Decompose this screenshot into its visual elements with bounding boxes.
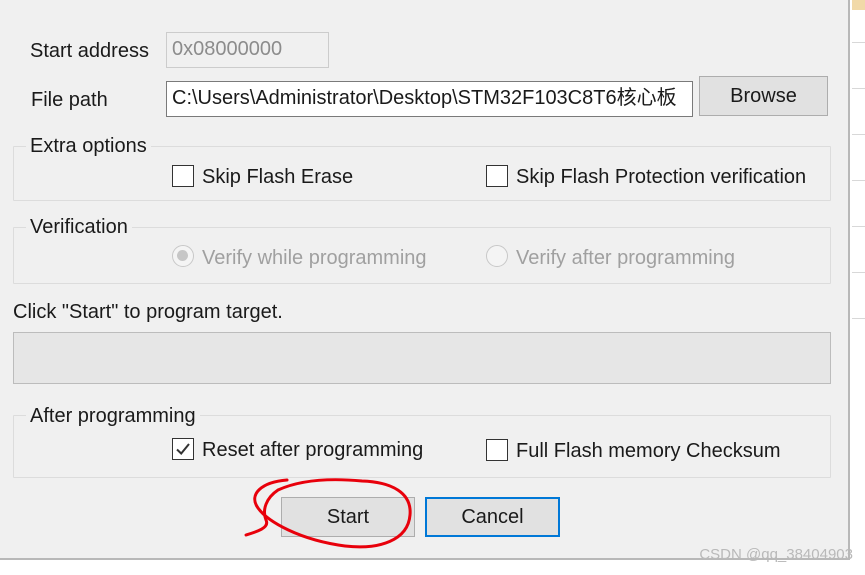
extra-options-title: Extra options bbox=[26, 134, 151, 158]
background-row-line bbox=[852, 180, 865, 181]
program-dialog: Start address 0x08000000 File path C:\Us… bbox=[0, 0, 850, 560]
progress-bar bbox=[13, 332, 831, 384]
background-highlight bbox=[852, 0, 865, 10]
verification-title: Verification bbox=[26, 215, 132, 239]
after-programming-title: After programming bbox=[26, 404, 200, 428]
file-path-field[interactable]: C:\Users\Administrator\Desktop\STM32F103… bbox=[166, 81, 693, 117]
file-path-label: File path bbox=[31, 89, 108, 111]
background-row-line bbox=[852, 272, 865, 273]
start-button[interactable]: Start bbox=[281, 497, 415, 537]
background-row-line bbox=[852, 42, 865, 43]
skip-flash-protection-checkbox[interactable] bbox=[486, 165, 508, 187]
reset-after-programming-checkbox[interactable] bbox=[172, 438, 194, 460]
checkmark-icon bbox=[176, 443, 190, 455]
skip-flash-erase-label[interactable]: Skip Flash Erase bbox=[202, 165, 353, 189]
status-message: Click "Start" to program target. bbox=[13, 301, 283, 323]
background-row-line bbox=[852, 226, 865, 227]
background-row-line bbox=[852, 318, 865, 319]
full-flash-checksum-checkbox[interactable] bbox=[486, 439, 508, 461]
verify-while-label: Verify while programming bbox=[202, 247, 427, 269]
browse-button[interactable]: Browse bbox=[699, 76, 828, 116]
reset-after-programming-label[interactable]: Reset after programming bbox=[202, 438, 423, 462]
skip-flash-erase-checkbox[interactable] bbox=[172, 165, 194, 187]
background-row-line bbox=[852, 88, 865, 89]
cancel-button[interactable]: Cancel bbox=[425, 497, 560, 537]
start-address-field[interactable]: 0x08000000 bbox=[166, 32, 329, 68]
verify-after-label: Verify after programming bbox=[516, 247, 735, 269]
full-flash-checksum-label[interactable]: Full Flash memory Checksum bbox=[516, 439, 781, 463]
watermark: CSDN @qq_38404903 bbox=[699, 546, 853, 563]
background-row-line bbox=[852, 134, 865, 135]
verify-after-radio[interactable] bbox=[486, 245, 508, 267]
start-address-label: Start address bbox=[30, 40, 149, 62]
radio-selected-dot bbox=[177, 250, 188, 261]
background-window-strip bbox=[852, 0, 865, 575]
verify-while-radio[interactable] bbox=[172, 245, 194, 267]
skip-flash-protection-label[interactable]: Skip Flash Protection verification bbox=[516, 165, 806, 189]
